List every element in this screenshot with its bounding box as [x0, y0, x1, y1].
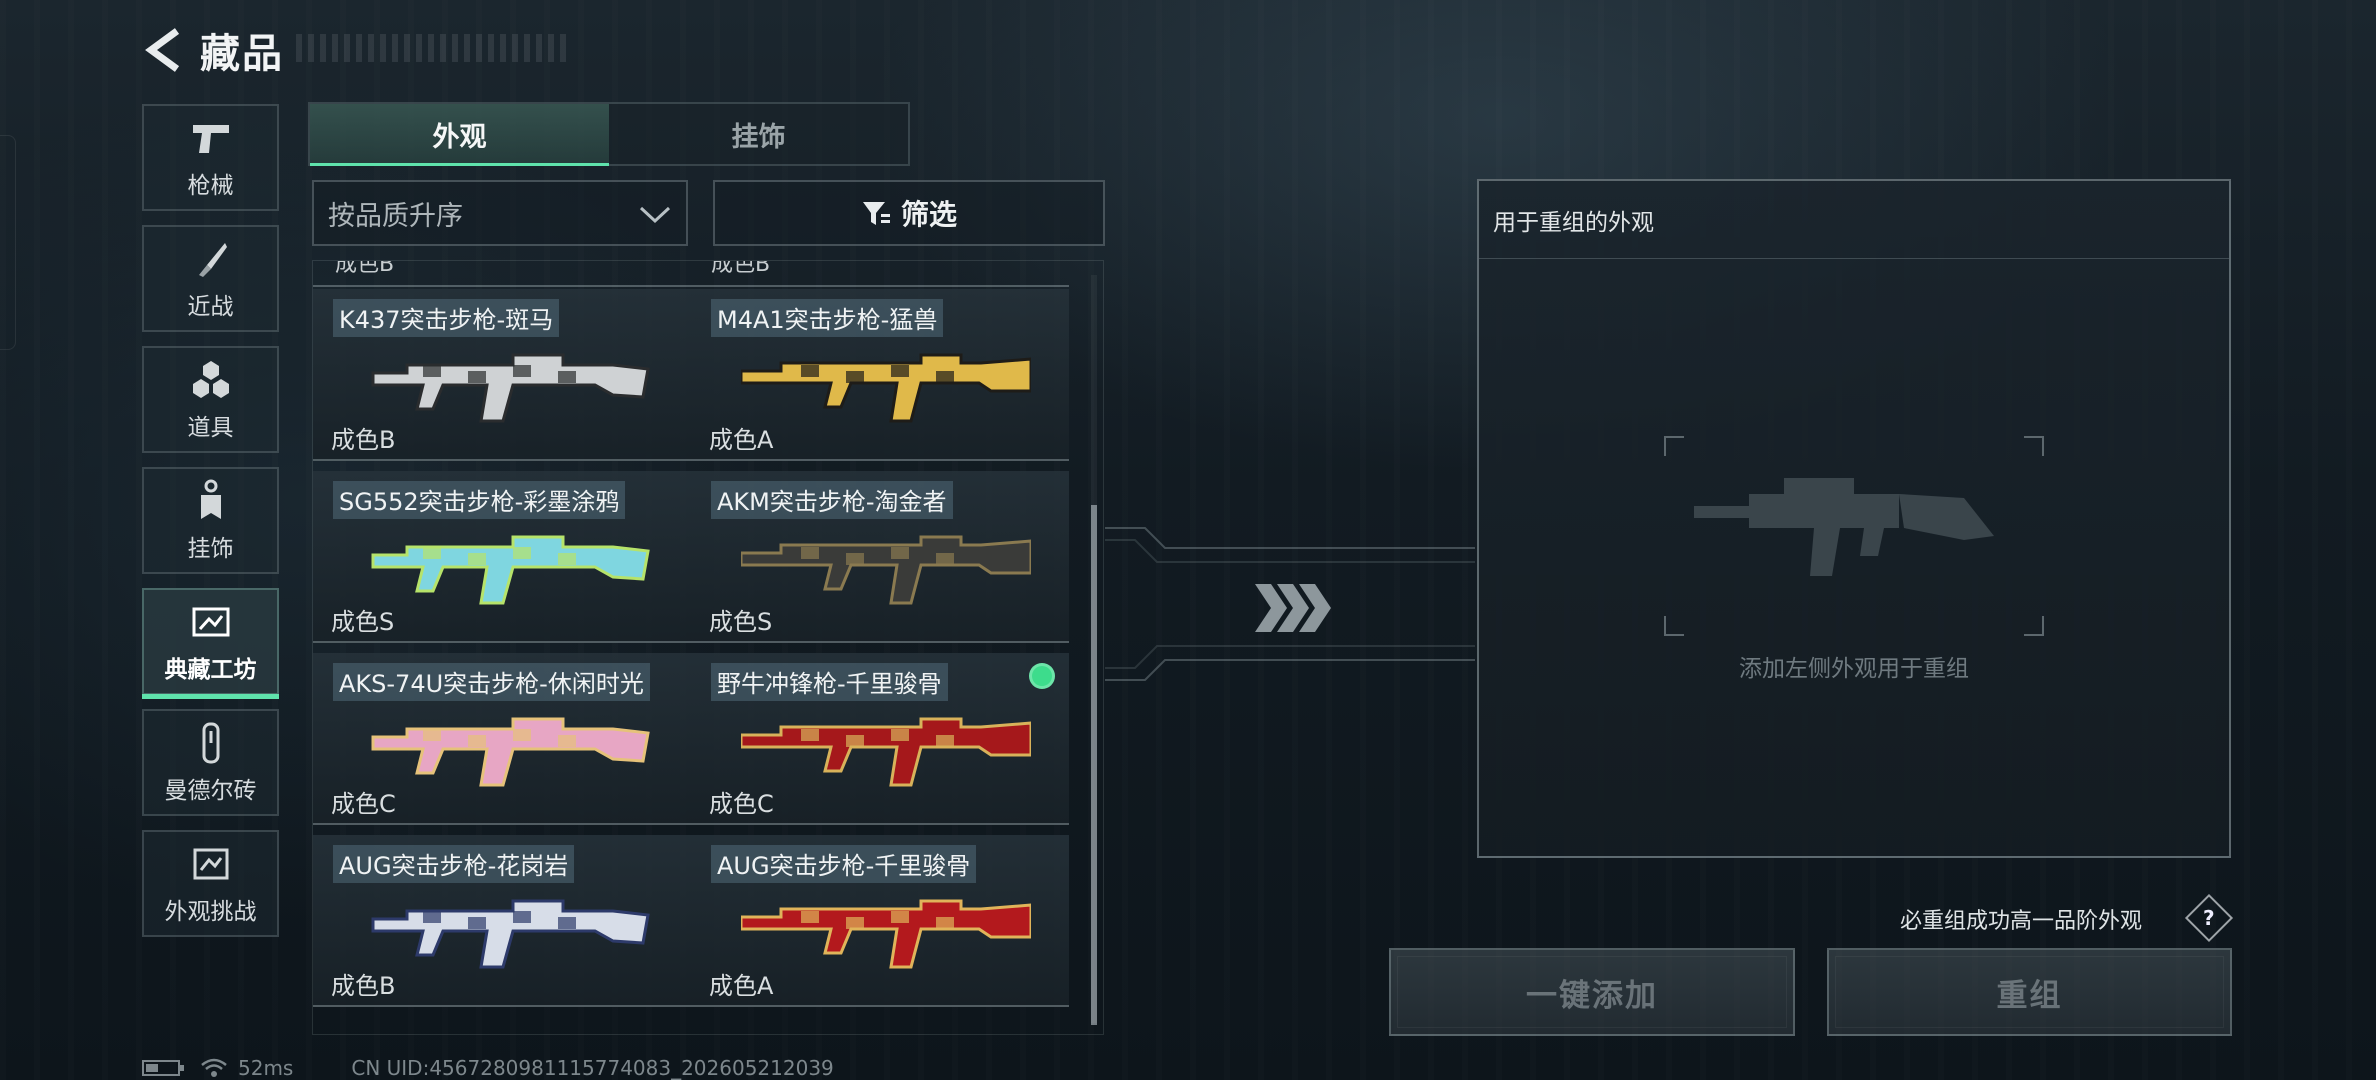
battery-icon [142, 1059, 186, 1077]
regroup-button[interactable]: 重组 [1827, 948, 2232, 1036]
user-uid: CN UID:4567280981115774083_202605212039 [351, 1056, 834, 1080]
sidebar-item-label: 挂饰 [187, 535, 234, 562]
title-decoration [296, 34, 572, 62]
button-decoration [1397, 956, 1787, 1028]
weapon-skin-image [741, 353, 1031, 423]
tab-charms[interactable]: 挂饰 [609, 104, 908, 164]
sidebar-item-charms[interactable]: 挂饰 [142, 467, 279, 574]
skin-card[interactable]: 野牛冲锋枪-千里骏骨 成色C [691, 653, 1069, 825]
empty-slot-placeholder[interactable] [1664, 436, 2044, 636]
skin-grade: 成色A [709, 972, 774, 1000]
grid-scrollbar[interactable] [1091, 275, 1097, 1025]
pistol-icon [188, 116, 234, 160]
chevrons-right-icon [1255, 584, 1331, 632]
knife-icon [188, 237, 234, 281]
skin-grade: 成色S [709, 608, 773, 636]
sidebar-item-label: 外观挑战 [164, 898, 257, 925]
skin-grade: 成色B [331, 972, 396, 1000]
weapon-skin-image [741, 899, 1031, 969]
sidebar-item-label: 枪械 [187, 172, 234, 199]
weapon-skin-image [371, 899, 650, 969]
weapon-skin-image [741, 717, 1031, 787]
sidebar-item-skin-challenge[interactable]: 外观挑战 [142, 830, 279, 937]
ping-value: 52ms [238, 1056, 294, 1080]
question-icon: ? [2203, 905, 2215, 930]
row-divider [691, 285, 1069, 287]
weapon-skin-image [371, 717, 650, 787]
category-sidebar: 枪械 近战 道具 挂饰 典藏工坊 曼德尔砖 外观挑战 [142, 104, 279, 951]
filter-icon [861, 198, 891, 228]
status-bar: 52ms CN UID:4567280981115774083_20260521… [142, 1056, 834, 1080]
rifle-silhouette-icon [1694, 478, 1994, 576]
tab-skins[interactable]: 外观 [310, 104, 609, 166]
regroup-panel-title: 用于重组的外观 [1479, 181, 2229, 259]
collection-tabs: 外观 挂饰 [308, 102, 910, 166]
sidebar-item-label: 典藏工坊 [164, 656, 257, 683]
back-button[interactable] [140, 25, 186, 75]
sidebar-item-label: 近战 [187, 293, 234, 320]
weapon-skin-image [371, 353, 650, 423]
skin-card[interactable]: AUG突击步枪-花岗岩 成色B [313, 835, 691, 1007]
regroup-empty-hint: 添加左侧外观用于重组 [1739, 656, 1969, 682]
sidebar-item-label: 曼德尔砖 [164, 777, 257, 804]
page-header: 藏品 [140, 22, 284, 78]
sidebar-item-workshop[interactable]: 典藏工坊 [142, 588, 279, 699]
help-button[interactable]: ? [2184, 893, 2234, 943]
skin-card[interactable]: K437突击步枪-斑马 成色B [313, 289, 691, 461]
sidebar-item-items[interactable]: 道具 [142, 346, 279, 453]
skin-grade: 成色C [331, 790, 396, 818]
skin-grid: 成色B 成色B K437突击步枪-斑马 成色B M4A1突击步枪-猛兽 成色A SG55… [312, 260, 1104, 1035]
sidebar-item-label: 道具 [187, 414, 234, 441]
wifi-icon [200, 1057, 228, 1079]
weapon-skin-image [371, 535, 650, 605]
skin-grade: 成色B [331, 426, 396, 454]
partial-grade-label: 成色B [335, 261, 395, 275]
transfer-connector [1105, 527, 1475, 681]
skin-card[interactable]: AKM突击步枪-淘金者 成色S [691, 471, 1069, 643]
sidebar-item-melee[interactable]: 近战 [142, 225, 279, 332]
sort-dropdown[interactable]: 按品质升序 [312, 180, 688, 246]
button-decoration [1835, 956, 2224, 1028]
sidebar-item-firearms[interactable]: 枪械 [142, 104, 279, 211]
skin-card[interactable]: SG552突击步枪-彩墨涂鸦 成色S [313, 471, 691, 643]
regroup-success-note: 必重组成功高一品阶外观 [1900, 909, 2143, 934]
charm-tag-icon [188, 479, 234, 523]
filter-label: 筛选 [900, 198, 957, 231]
workshop-icon [188, 600, 234, 644]
challenge-icon [188, 842, 234, 886]
skin-grade: 成色C [709, 790, 774, 818]
skin-card[interactable]: AUG突击步枪-千里骏骨 成色A [691, 835, 1069, 1007]
hexagon-cluster-icon [188, 358, 234, 402]
back-arrow-icon [145, 28, 180, 72]
skin-card[interactable]: AKS-74U突击步枪-休闲时光 成色C [313, 653, 691, 825]
skin-card[interactable]: M4A1突击步枪-猛兽 成色A [691, 289, 1069, 461]
weapon-skin-image [741, 535, 1031, 605]
brick-icon [188, 721, 234, 765]
one-click-add-button[interactable]: 一键添加 [1389, 948, 1795, 1036]
chevron-down-icon [639, 206, 671, 224]
edge-notch [0, 135, 16, 350]
skin-grade: 成色A [709, 426, 774, 454]
selected-indicator[interactable] [1029, 663, 1055, 689]
sort-value: 按品质升序 [328, 200, 463, 232]
partial-grade-label: 成色B [711, 261, 771, 275]
page-title: 藏品 [200, 31, 284, 77]
skin-grade: 成色S [331, 608, 395, 636]
scroll-thumb[interactable] [1091, 505, 1097, 1025]
row-divider [313, 285, 691, 287]
regroup-panel: 用于重组的外观 添加左侧外观用于重组 [1477, 179, 2231, 858]
filter-button[interactable]: 筛选 [713, 180, 1105, 246]
sidebar-item-mandel-brick[interactable]: 曼德尔砖 [142, 709, 279, 816]
